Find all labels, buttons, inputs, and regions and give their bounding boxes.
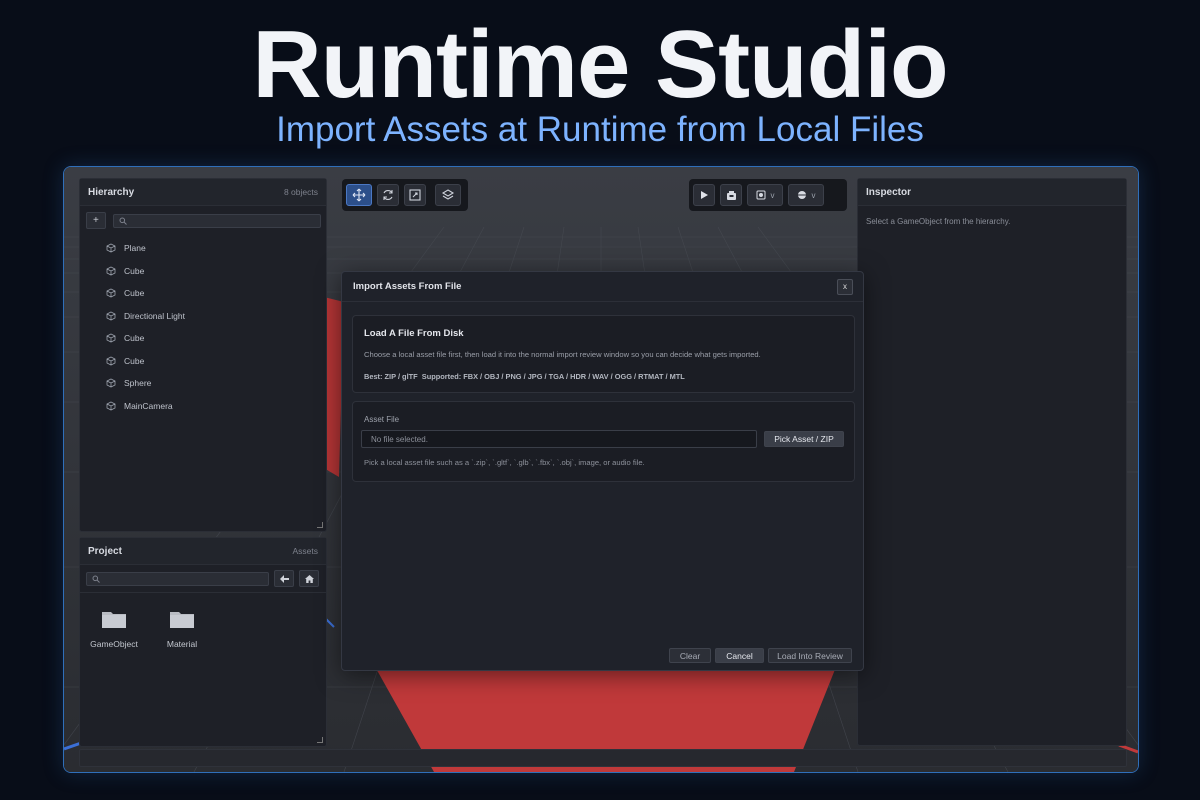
asset-file-label: Asset File: [364, 415, 400, 424]
transform-toolbar: [342, 179, 468, 211]
shading-dropdown[interactable]: v: [788, 184, 824, 206]
load-description: Choose a local asset file first, then lo…: [364, 350, 761, 359]
dropdown-chevron: v: [811, 190, 816, 200]
dropdown-chevron: v: [770, 190, 775, 200]
cancel-button[interactable]: Cancel: [715, 648, 764, 663]
resize-handle[interactable]: [317, 737, 323, 743]
hierarchy-item-cube[interactable]: Cube: [80, 350, 326, 373]
layers-icon[interactable]: [435, 184, 461, 206]
hierarchy-item-main-camera[interactable]: MainCamera: [80, 395, 326, 418]
hierarchy-search[interactable]: [112, 213, 321, 228]
camera-dropdown[interactable]: v: [747, 184, 783, 206]
search-icon: [92, 575, 100, 583]
supported-formats: Best: ZIP / glTF Supported: FBX / OBJ / …: [364, 372, 685, 381]
hierarchy-item-directional-light[interactable]: Directional Light: [80, 305, 326, 328]
project-folders: GameObject Material: [80, 593, 326, 649]
sphere-icon: [797, 191, 806, 199]
search-icon: [119, 217, 127, 225]
object-count: 8 objects: [283, 187, 318, 197]
hierarchy-item-sphere[interactable]: Sphere: [80, 372, 326, 395]
cube-icon: [106, 378, 116, 388]
load-heading: Load A File From Disk: [364, 328, 464, 339]
file-help-text: Pick a local asset file such as a `.zip`…: [364, 458, 645, 467]
resize-handle[interactable]: [317, 522, 323, 528]
import-dialog: Import Assets From File x Load A File Fr…: [341, 271, 864, 671]
load-into-review-button[interactable]: Load Into Review: [768, 648, 852, 663]
asset-file-card: Asset File No file selected. Pick Asset …: [352, 401, 855, 482]
editor-window: v v Hierarchy 8 objects + Plane Cube Cub…: [63, 166, 1139, 773]
cube-icon: [106, 401, 116, 411]
hierarchy-list: Plane Cube Cube Directional Light Cube C…: [80, 235, 326, 417]
inspector-panel: Inspector Select a GameObject from the h…: [857, 178, 1127, 746]
cube-icon: [106, 333, 116, 343]
move-icon[interactable]: [346, 184, 372, 206]
scale-icon[interactable]: [404, 184, 426, 206]
cube-icon: [106, 311, 116, 321]
folder-item-material[interactable]: Material: [148, 609, 216, 649]
back-button[interactable]: [274, 570, 294, 587]
hierarchy-item-plane[interactable]: Plane: [80, 237, 326, 260]
cube-icon: [106, 288, 116, 298]
home-button[interactable]: [299, 570, 319, 587]
hierarchy-title: Hierarchy: [88, 186, 135, 198]
pick-asset-button[interactable]: Pick Asset / ZIP: [764, 431, 844, 447]
banner-subtitle: Import Assets at Runtime from Local File…: [276, 110, 924, 149]
project-panel: Project Assets GameObject Material: [79, 537, 327, 747]
project-path: Assets: [292, 546, 318, 556]
hierarchy-panel: Hierarchy 8 objects + Plane Cube Cube Di…: [79, 178, 327, 532]
add-object-button[interactable]: +: [86, 212, 106, 229]
clear-button[interactable]: Clear: [669, 648, 711, 663]
project-title: Project: [88, 545, 122, 557]
dialog-title: Import Assets From File: [353, 281, 462, 292]
folder-item-gameobject[interactable]: GameObject: [80, 609, 148, 649]
inspector-hint: Select a GameObject from the hierarchy.: [866, 217, 1011, 226]
project-search[interactable]: [86, 571, 269, 586]
playback-toolbar: v v: [689, 179, 847, 211]
bottom-status-bar: [79, 749, 1127, 767]
hierarchy-item-cube[interactable]: Cube: [80, 260, 326, 283]
banner-title: Runtime Studio: [252, 11, 948, 118]
cube-icon: [106, 243, 116, 253]
home-icon: [304, 574, 314, 583]
file-path-field[interactable]: No file selected.: [361, 430, 757, 448]
close-button[interactable]: x: [837, 278, 853, 295]
cube-icon: [106, 356, 116, 366]
hierarchy-item-cube[interactable]: Cube: [80, 327, 326, 350]
folder-icon: [170, 612, 194, 628]
inspector-title: Inspector: [866, 186, 912, 198]
folder-icon: [102, 612, 126, 628]
hierarchy-item-cube[interactable]: Cube: [80, 282, 326, 305]
camera-icon: [756, 190, 765, 200]
play-icon[interactable]: [693, 184, 715, 206]
rotate-icon[interactable]: [377, 184, 399, 206]
cube-icon: [106, 266, 116, 276]
arrow-left-icon: [279, 574, 289, 583]
save-icon[interactable]: [720, 184, 742, 206]
load-from-disk-card: Load A File From Disk Choose a local ass…: [352, 315, 855, 393]
